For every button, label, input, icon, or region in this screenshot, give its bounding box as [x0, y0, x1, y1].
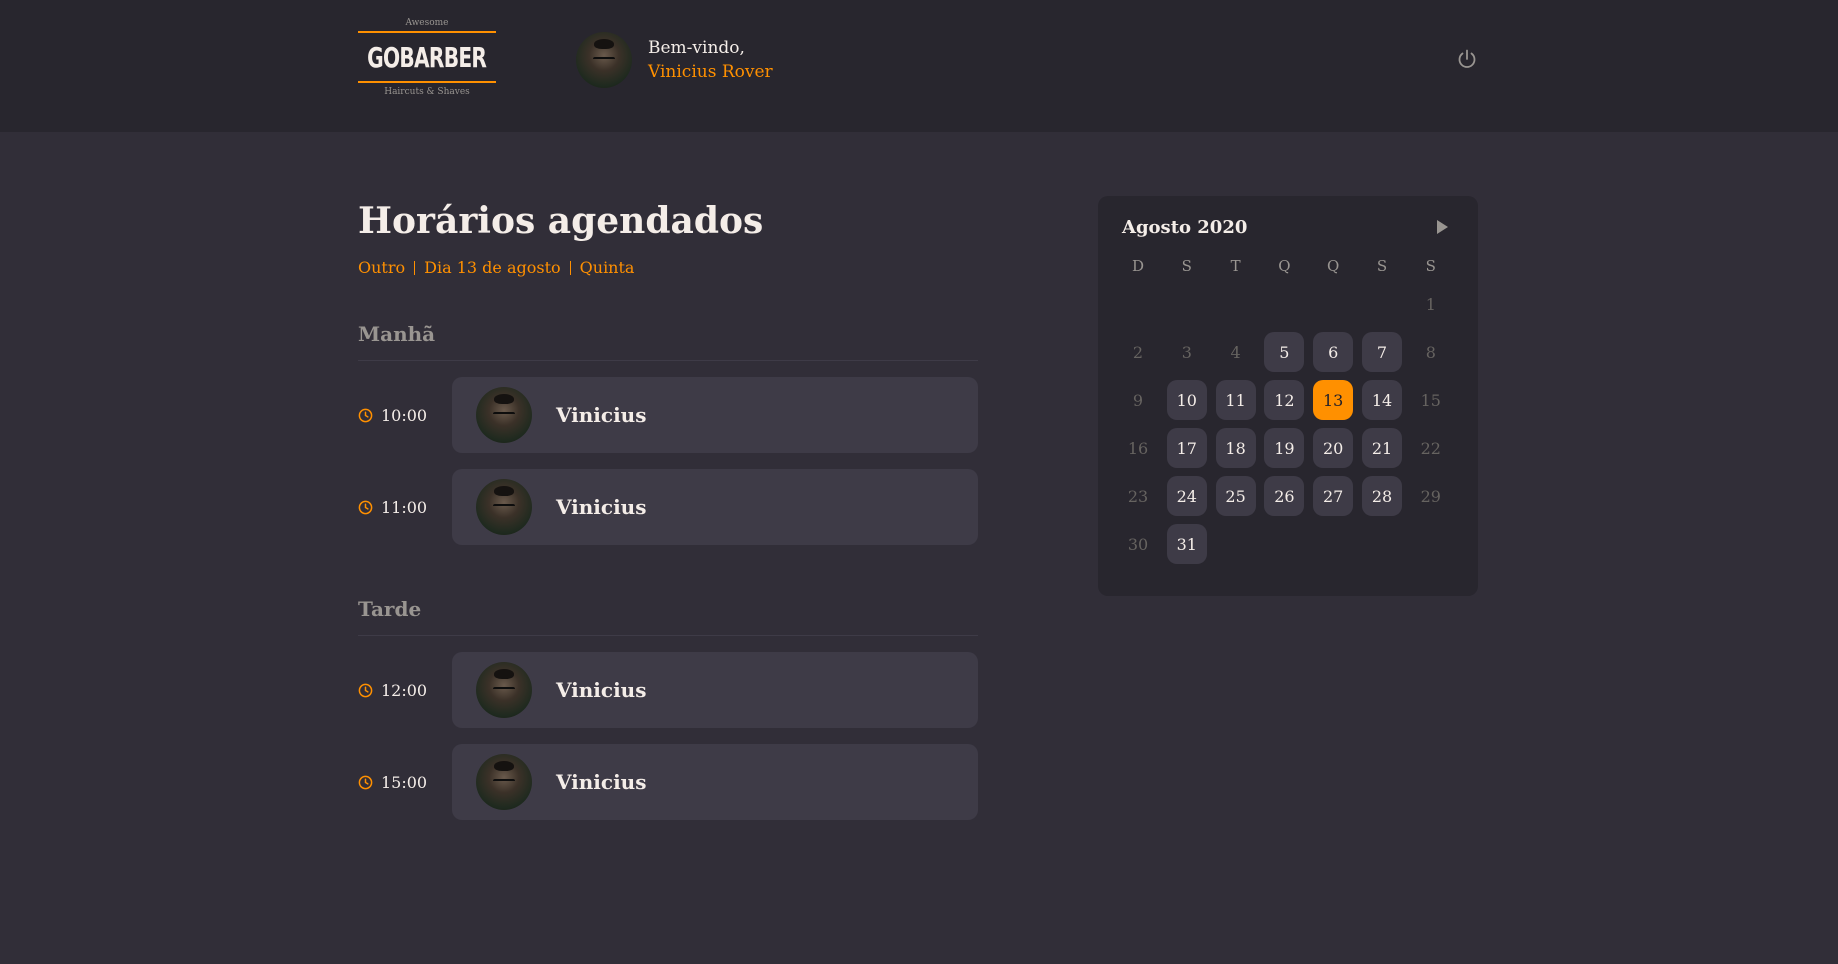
avatar — [476, 662, 532, 718]
calendar-day-1: 1 — [1425, 294, 1436, 314]
section-title: Manhã — [358, 322, 978, 361]
appointment-time-label: 10:00 — [381, 405, 428, 425]
calendar-day-24[interactable]: 24 — [1166, 476, 1207, 516]
appointment-card[interactable]: Vinicius — [452, 377, 978, 453]
clock-icon — [358, 408, 373, 422]
calendar-day-9: 9 — [1132, 390, 1144, 410]
appointment-card[interactable]: Vinicius — [452, 469, 978, 545]
calendar-weekday: S — [1376, 257, 1388, 275]
calendar-weekday: T — [1230, 257, 1241, 275]
avatar — [476, 479, 532, 535]
appointment-time-label: 12:00 — [381, 680, 428, 700]
clock-icon — [358, 500, 373, 514]
calendar-day-26[interactable]: 26 — [1264, 476, 1305, 516]
appointment-card[interactable]: Vinicius — [452, 652, 978, 728]
main-content: Horários agendados Outro Dia 13 de agost… — [358, 196, 1478, 820]
calendar-day-22: 22 — [1420, 438, 1441, 458]
calendar-header: Agosto 2020 — [1122, 212, 1454, 242]
calendar-day-18[interactable]: 18 — [1215, 428, 1256, 468]
appointment-client-name: Vinicius — [556, 495, 647, 519]
calendar: Agosto 2020 D S T Q Q S S 1 2 3 4 5 6 7 8 9 10 11 12 13 14 15… — [1098, 196, 1478, 596]
avatar — [476, 387, 532, 443]
logo-tagline-bottom: Haircuts & Shaves — [384, 87, 470, 97]
appointment-time-label: 11:00 — [381, 497, 428, 517]
subtitle-separator — [569, 260, 571, 275]
calendar-day-27[interactable]: 27 — [1313, 476, 1354, 516]
section-morning: Manhã 10:00 Vinicius 11:00 Vinicius — [358, 322, 978, 545]
avatar[interactable] — [576, 32, 632, 88]
calendar-day-4: 4 — [1230, 342, 1241, 362]
user-name-link[interactable]: Vinicius Rover — [648, 60, 773, 84]
appointment-time: 10:00 — [358, 406, 452, 425]
logo-text: GOBARBER — [367, 40, 487, 74]
calendar-day-2: 2 — [1132, 342, 1144, 362]
calendar-weekday: S — [1425, 257, 1436, 275]
subtitle-today: Outro — [358, 258, 406, 277]
calendar-day-28[interactable]: 28 — [1362, 476, 1402, 516]
welcome-label: Bem-vindo, — [648, 38, 745, 58]
calendar-weekday: Q — [1327, 257, 1340, 275]
section-title: Tarde — [358, 597, 978, 636]
calendar-day-13[interactable]: 13 — [1313, 380, 1354, 420]
appointment-client-name: Vinicius — [556, 678, 647, 702]
appointment-time: 15:00 — [358, 773, 452, 792]
appointment-time-label: 15:00 — [381, 772, 428, 792]
calendar-day-21[interactable]: 21 — [1362, 428, 1402, 468]
calendar-day-20[interactable]: 20 — [1313, 428, 1354, 468]
calendar-weekday: S — [1181, 257, 1192, 275]
calendar-day-17[interactable]: 17 — [1166, 428, 1207, 468]
calendar-month-label: Agosto 2020 — [1122, 216, 1248, 238]
profile[interactable]: Bem-vindo, Vinicius Rover — [576, 32, 773, 88]
appointment-time: 12:00 — [358, 681, 452, 700]
calendar-day-5[interactable]: 5 — [1264, 332, 1305, 372]
subtitle-weekday: Quinta — [579, 258, 635, 277]
next-month-icon[interactable] — [1437, 220, 1448, 234]
power-icon[interactable] — [1456, 48, 1478, 70]
appointment[interactable]: 11:00 Vinicius — [358, 469, 978, 545]
calendar-day-14[interactable]: 14 — [1362, 380, 1402, 420]
calendar-day-29: 29 — [1420, 486, 1441, 506]
calendar-day-6[interactable]: 6 — [1313, 332, 1354, 372]
appointment-client-name: Vinicius — [556, 770, 647, 794]
calendar-day-12[interactable]: 12 — [1264, 380, 1305, 420]
calendar-day-30: 30 — [1127, 534, 1149, 554]
appointment[interactable]: 15:00 Vinicius — [358, 744, 978, 820]
calendar-day-19[interactable]: 19 — [1264, 428, 1305, 468]
section-afternoon: Tarde 12:00 Vinicius 15:00 Vinicius — [358, 597, 978, 820]
subtitle-separator — [414, 260, 416, 275]
avatar — [476, 754, 532, 810]
appointment-card[interactable]: Vinicius — [452, 744, 978, 820]
calendar-day-7[interactable]: 7 — [1362, 332, 1402, 372]
calendar-weekday: D — [1131, 257, 1145, 275]
calendar-day-11[interactable]: 11 — [1215, 380, 1256, 420]
header: Awesome GOBARBER Haircuts & Shaves Bem-v… — [0, 0, 1838, 132]
calendar-weekday: Q — [1278, 257, 1291, 275]
calendar-day-3: 3 — [1181, 342, 1192, 362]
calendar-day-15: 15 — [1420, 390, 1441, 410]
calendar-day-16: 16 — [1127, 438, 1149, 458]
logo-mark: GOBARBER — [358, 31, 496, 83]
calendar-day-8: 8 — [1425, 342, 1436, 362]
logo-tagline-top: Awesome — [405, 18, 449, 28]
logo[interactable]: Awesome GOBARBER Haircuts & Shaves — [358, 17, 496, 105]
calendar-day-25[interactable]: 25 — [1215, 476, 1256, 516]
welcome-block: Bem-vindo, Vinicius Rover — [648, 36, 773, 84]
appointment-client-name: Vinicius — [556, 403, 647, 427]
calendar-day-10[interactable]: 10 — [1166, 380, 1207, 420]
subtitle-day: Dia 13 de agosto — [424, 258, 561, 277]
calendar-day-23: 23 — [1127, 486, 1149, 506]
appointment[interactable]: 10:00 Vinicius — [358, 377, 978, 453]
clock-icon — [358, 683, 373, 697]
clock-icon — [358, 775, 373, 789]
calendar-day-31[interactable]: 31 — [1166, 524, 1207, 564]
appointment-time: 11:00 — [358, 498, 452, 517]
appointment[interactable]: 12:00 Vinicius — [358, 652, 978, 728]
